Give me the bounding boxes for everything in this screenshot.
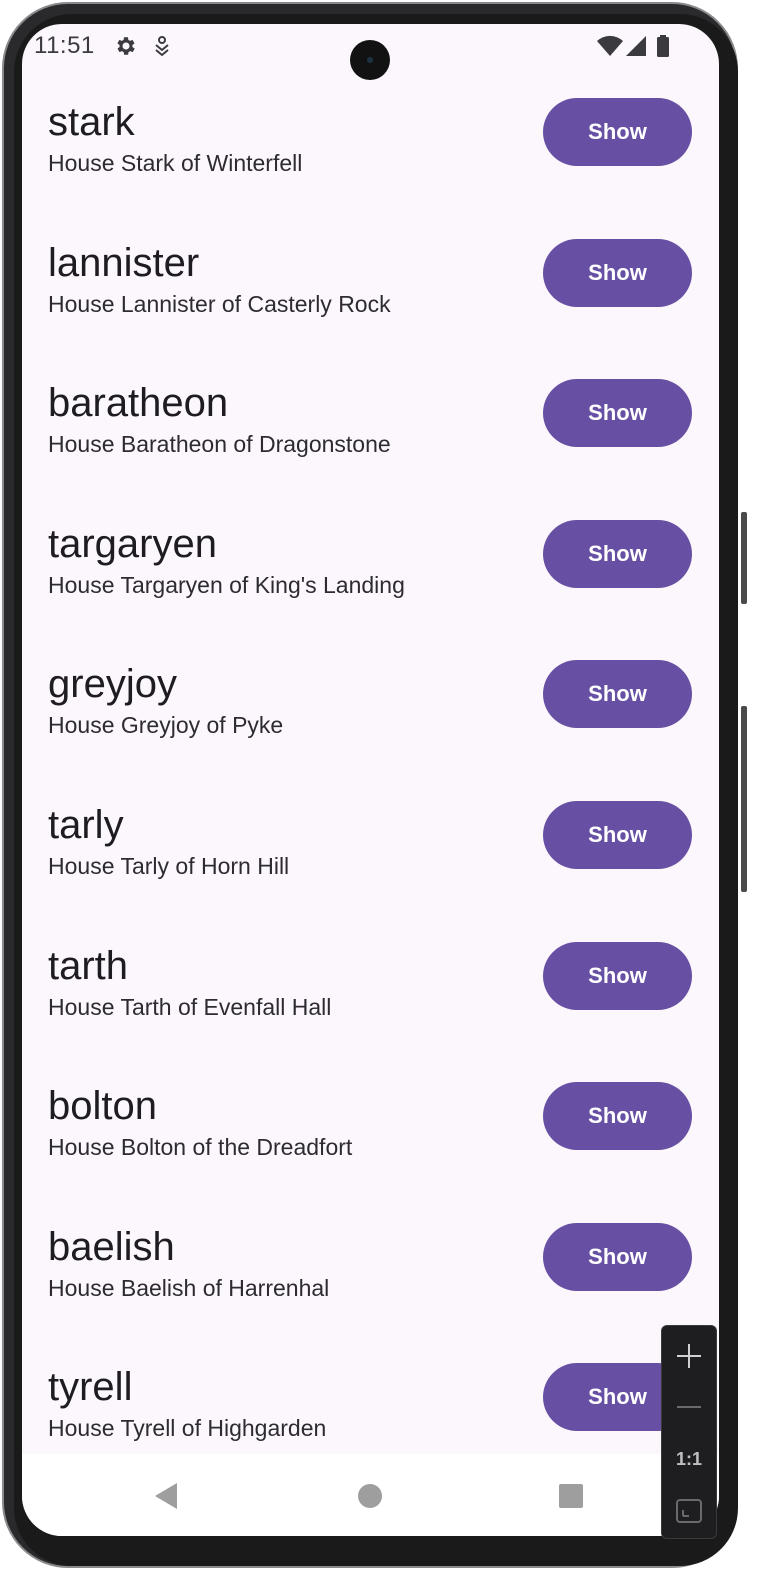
house-name: bolton bbox=[48, 1084, 157, 1129]
zoom-actual-size-button[interactable]: 1:1 bbox=[662, 1434, 716, 1484]
emulator-window: 11:51 stark House Stark of Winterfell Sh… bbox=[0, 0, 760, 1574]
list-item: lannister House Lannister of Casterly Roc… bbox=[22, 225, 719, 366]
show-button[interactable]: Show bbox=[543, 379, 692, 448]
house-description: House Greyjoy of Pyke bbox=[48, 712, 284, 739]
signal-icon bbox=[625, 34, 647, 58]
house-description: House Tarly of Horn Hill bbox=[48, 852, 290, 879]
list-item: targaryen House Targaryen of King's Landi… bbox=[22, 506, 719, 647]
house-name: tarly bbox=[48, 802, 124, 847]
list-item: tarly House Tarly of Horn Hill Show bbox=[22, 787, 719, 928]
list-item: tarth House Tarth of Evenfall Hall Show bbox=[22, 928, 719, 1069]
download-icon bbox=[152, 34, 172, 58]
house-name: greyjoy bbox=[48, 662, 177, 707]
battery-icon bbox=[656, 34, 670, 58]
wifi-icon bbox=[596, 34, 624, 58]
recents-icon[interactable] bbox=[551, 1476, 591, 1516]
house-description: House Tyrell of Highgarden bbox=[48, 1415, 327, 1442]
house-name: baratheon bbox=[48, 381, 229, 426]
house-name: tarth bbox=[48, 943, 129, 988]
list-item: greyjoy House Greyjoy of Pyke Show bbox=[22, 646, 719, 787]
power-button[interactable] bbox=[741, 706, 747, 892]
back-icon[interactable] bbox=[146, 1476, 186, 1516]
house-description: House Tarth of Evenfall Hall bbox=[48, 993, 332, 1020]
show-button[interactable]: Show bbox=[543, 238, 692, 307]
status-time: 11:51 bbox=[34, 32, 95, 59]
zoom-actual-size-label: 1:1 bbox=[675, 1448, 702, 1469]
zoom-out-icon[interactable] bbox=[662, 1382, 716, 1432]
house-description: House Baelish of Harrenhal bbox=[48, 1274, 330, 1301]
house-description: House Baratheon of Dragonstone bbox=[48, 431, 391, 458]
fit-screen-icon[interactable] bbox=[662, 1486, 716, 1536]
show-button[interactable]: Show bbox=[543, 941, 692, 1010]
front-camera bbox=[350, 40, 390, 80]
list-item: baratheon House Baratheon of Dragonstone S… bbox=[22, 365, 719, 506]
house-name: tyrell bbox=[48, 1365, 133, 1410]
house-description: House Targaryen of King's Landing bbox=[48, 571, 405, 598]
navigation-bar bbox=[22, 1454, 719, 1536]
gear-icon bbox=[114, 34, 138, 58]
house-name: stark bbox=[48, 100, 135, 144]
show-button[interactable]: Show bbox=[543, 1082, 692, 1151]
house-name: baelish bbox=[48, 1224, 175, 1269]
phone-screen: 11:51 stark House Stark of Winterfell Sh… bbox=[22, 24, 719, 1536]
house-description: House Stark of Winterfell bbox=[48, 150, 303, 176]
list-item: bolton House Bolton of the Dreadfort Show bbox=[22, 1068, 719, 1209]
show-button[interactable]: Show bbox=[543, 1222, 692, 1291]
show-button[interactable]: Show bbox=[543, 800, 692, 869]
show-button[interactable]: Show bbox=[543, 660, 692, 729]
volume-button[interactable] bbox=[741, 512, 747, 604]
zoom-in-icon[interactable] bbox=[662, 1331, 716, 1381]
house-list: stark House Stark of Winterfell Show lannis… bbox=[22, 84, 719, 1490]
list-item: baelish House Baelish of Harrenhal Show bbox=[22, 1209, 719, 1350]
emulator-zoom-panel: 1:1 bbox=[661, 1325, 717, 1539]
house-name: targaryen bbox=[48, 521, 217, 566]
house-description: House Lannister of Casterly Rock bbox=[48, 290, 391, 317]
house-description: House Bolton of the Dreadfort bbox=[48, 1134, 353, 1161]
show-button[interactable]: Show bbox=[543, 98, 692, 166]
home-icon[interactable] bbox=[350, 1476, 390, 1516]
house-name: lannister bbox=[48, 240, 200, 285]
show-button[interactable]: Show bbox=[543, 519, 692, 588]
list-item: stark House Stark of Winterfell Show bbox=[22, 84, 719, 225]
